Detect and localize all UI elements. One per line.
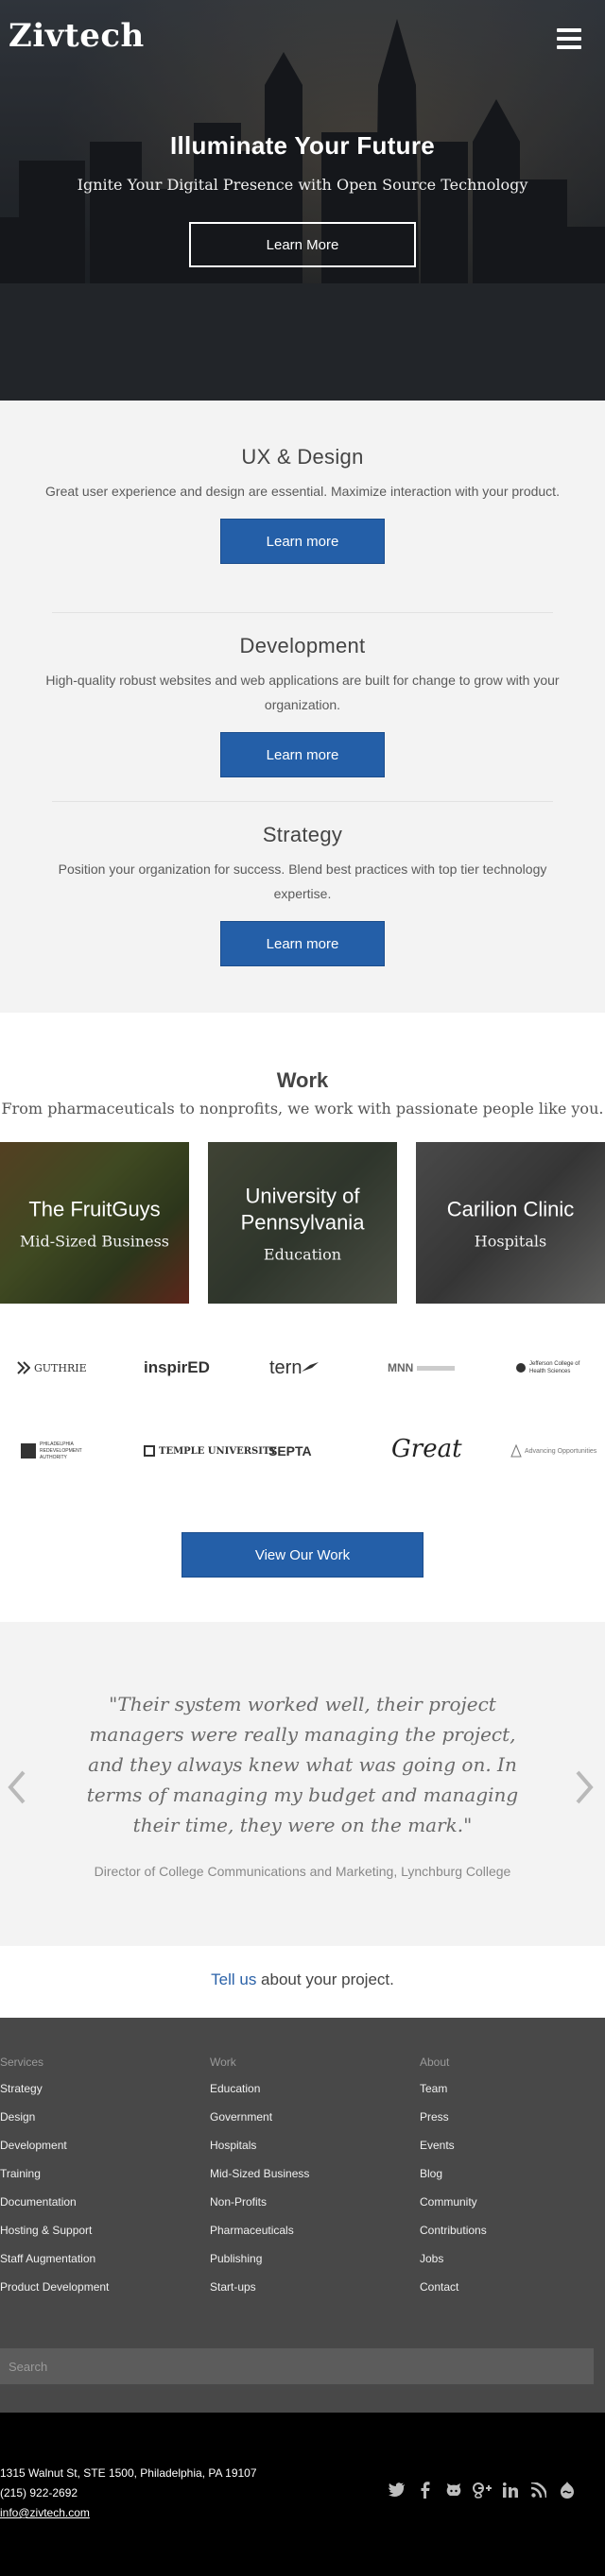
footer-link[interactable]: Government — [210, 2108, 309, 2137]
footer-link[interactable]: Design — [0, 2108, 109, 2137]
search-input[interactable] — [0, 2348, 594, 2384]
footer-bottom-bar: 1315 Walnut St, STE 1500, Philadelphia, … — [0, 2413, 605, 2576]
footer-heading: Services — [0, 2056, 44, 2069]
services-section: UX & Design Great user experience and de… — [0, 401, 605, 1013]
development-learn-more-button[interactable]: Learn more — [220, 732, 385, 777]
service-description: Position your organization for success. … — [58, 862, 547, 901]
footer: Services Strategy Design Development Tra… — [0, 2018, 605, 2413]
hero-learn-more-button[interactable]: Learn More — [189, 222, 416, 267]
google-plus-icon[interactable] — [473, 2481, 492, 2499]
drupal-icon[interactable] — [558, 2481, 577, 2499]
tile-category: Hospitals — [474, 1232, 547, 1250]
footer-link[interactable]: Contact — [420, 2278, 487, 2307]
service-ux-design: UX & Design Great user experience and de… — [0, 445, 605, 564]
tell-us-link[interactable]: Tell us — [211, 1970, 256, 1988]
section-divider — [52, 801, 553, 802]
footer-link[interactable]: Non-Profits — [210, 2193, 309, 2222]
address-text: 1315 Walnut St, STE 1500, Philadelphia, … — [0, 2466, 257, 2480]
footer-link[interactable]: Pharmaceuticals — [210, 2222, 309, 2250]
client-logo-great: Great — [391, 1435, 462, 1463]
hero-title: Illuminate Your Future — [169, 131, 436, 160]
footer-heading: Work — [210, 2056, 236, 2069]
footer-link[interactable]: Community — [420, 2193, 487, 2222]
tile-category: Education — [263, 1245, 342, 1263]
work-tile-fruitguys[interactable]: The FruitGuys Mid-Sized Business — [0, 1142, 189, 1304]
client-logo-tern: tern — [269, 1349, 320, 1387]
hero-subtitle: Ignite Your Digital Presence with Open S… — [77, 176, 528, 194]
service-description: High-quality robust websites and web app… — [45, 673, 560, 712]
footer-link[interactable]: Education — [210, 2080, 309, 2108]
tile-title: University of Pennsylvania — [240, 1184, 365, 1234]
service-title: UX & Design — [241, 445, 364, 469]
testimonial-section: "Their system worked well, their project… — [0, 1622, 605, 1946]
facebook-icon[interactable] — [416, 2481, 435, 2499]
service-title: Strategy — [262, 823, 343, 846]
strategy-learn-more-button[interactable]: Learn more — [220, 921, 385, 966]
footer-link[interactable]: Blog — [420, 2165, 487, 2193]
footer-link[interactable]: Events — [420, 2137, 487, 2165]
footer-link[interactable]: Development — [0, 2137, 109, 2165]
footer-link[interactable]: Start-ups — [210, 2278, 309, 2307]
footer-link[interactable]: Staff Augmentation — [0, 2250, 109, 2278]
hamburger-menu-icon[interactable] — [557, 28, 581, 49]
site-logo[interactable]: Zivtech — [9, 17, 145, 55]
footer-link[interactable]: Publishing — [210, 2250, 309, 2278]
tile-category: Mid-Sized Business — [19, 1232, 170, 1250]
hero-overlay — [0, 0, 605, 401]
tile-title: Carilion Clinic — [446, 1197, 575, 1220]
client-logo-philadelphia-redevelopment: PHILADELPHIA REDEVELOPMENT AUTHORITY — [21, 1432, 85, 1470]
footer-link[interactable]: Team — [420, 2080, 487, 2108]
testimonial-quote: "Their system worked well, their project… — [86, 1693, 519, 1836]
service-development: Development High-quality robust websites… — [0, 634, 605, 777]
footer-link[interactable]: Press — [420, 2108, 487, 2137]
client-logo-temple: TEMPLE UNIVERSITY — [144, 1432, 277, 1470]
footer-link[interactable]: Training — [0, 2165, 109, 2193]
client-logo-guthrie: GUTHRIE — [17, 1349, 87, 1387]
twitter-icon[interactable] — [388, 2481, 406, 2499]
footer-link[interactable]: Contributions — [420, 2222, 487, 2250]
chevron-right-icon[interactable] — [573, 1768, 596, 1806]
footer-link[interactable]: Product Development — [0, 2278, 109, 2307]
client-logo-jefferson: Jefferson College of Health Sciences — [516, 1349, 586, 1387]
client-logo-septa: SEPTA — [268, 1443, 312, 1459]
service-strategy: Strategy Position your organization for … — [0, 823, 605, 966]
footer-link[interactable]: Hosting & Support — [0, 2222, 109, 2250]
footer-column-services: Services Strategy Design Development Tra… — [0, 2056, 109, 2307]
footer-link[interactable]: Jobs — [420, 2250, 487, 2278]
hero-banner: Zivtech Illuminate Your Future Ignite Yo… — [0, 0, 605, 401]
email-link[interactable]: info@zivtech.com — [0, 2506, 90, 2519]
github-icon[interactable] — [444, 2481, 463, 2499]
footer-heading: About — [420, 2056, 450, 2069]
ux-learn-more-button[interactable]: Learn more — [220, 519, 385, 564]
cta-text: about your project. — [256, 1970, 394, 1988]
work-subtitle: From pharmaceuticals to nonprofits, we w… — [1, 1100, 604, 1117]
contact-info: 1315 Walnut St, STE 1500, Philadelphia, … — [0, 2464, 257, 2523]
footer-link[interactable]: Strategy — [0, 2080, 109, 2108]
footer-link[interactable]: Documentation — [0, 2193, 109, 2222]
phone-text: (215) 922-2692 — [0, 2486, 78, 2499]
footer-link[interactable]: Hospitals — [210, 2137, 309, 2165]
work-tile-carilion[interactable]: Carilion Clinic Hospitals — [416, 1142, 605, 1304]
contact-cta: Tell us about your project. — [0, 1946, 605, 2018]
tile-title: The FruitGuys — [28, 1197, 161, 1220]
linkedin-icon[interactable] — [501, 2481, 520, 2499]
client-logo-mnn: MNN — [388, 1349, 456, 1387]
testimonial-attribution: Director of College Communications and M… — [94, 1864, 511, 1879]
view-our-work-button[interactable]: View Our Work — [182, 1532, 424, 1578]
client-logo-inspired: inspirED — [144, 1358, 210, 1376]
section-divider — [52, 612, 553, 613]
service-description: Great user experience and design are ess… — [45, 484, 560, 499]
service-title: Development — [239, 634, 366, 657]
social-links — [388, 2481, 577, 2499]
footer-link[interactable]: Mid-Sized Business — [210, 2165, 309, 2193]
chevron-left-icon[interactable] — [6, 1768, 28, 1806]
footer-column-work: Work Education Government Hospitals Mid-… — [210, 2056, 309, 2307]
rss-icon[interactable] — [529, 2481, 548, 2499]
client-logo-advancing-opportunities: Advancing Opportunities — [510, 1432, 596, 1470]
work-title: Work — [276, 1068, 329, 1092]
work-tile-upenn[interactable]: University of Pennsylvania Education — [208, 1142, 397, 1304]
footer-column-about: About Team Press Events Blog Community C… — [420, 2056, 487, 2307]
